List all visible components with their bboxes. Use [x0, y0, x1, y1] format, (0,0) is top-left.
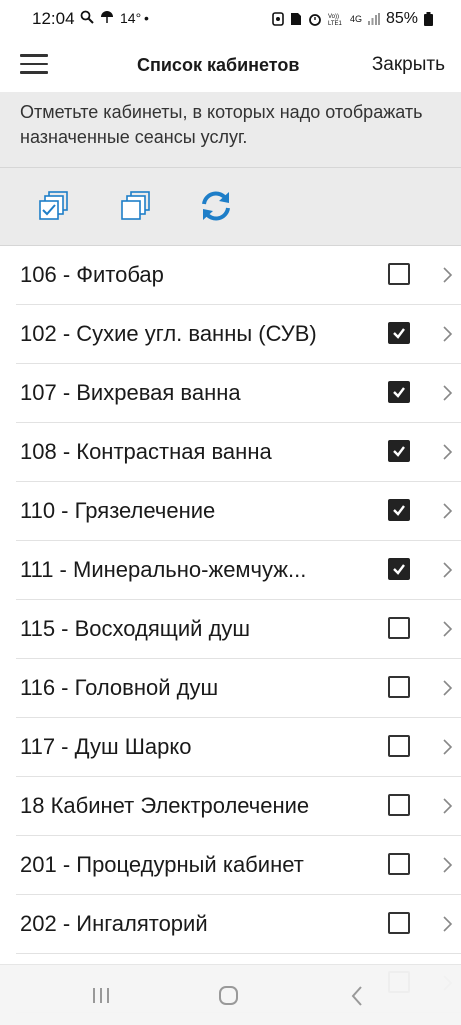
- chevron-right-icon[interactable]: [440, 502, 454, 520]
- refresh-icon[interactable]: [198, 188, 234, 224]
- room-label: 18 Кабинет Электролечение: [20, 793, 310, 818]
- svg-text:LTE1: LTE1: [328, 21, 343, 26]
- room-checkbox[interactable]: [388, 676, 410, 698]
- status-left-icons: 14°: [80, 10, 141, 26]
- status-dot: •: [144, 10, 149, 26]
- room-checkbox[interactable]: [388, 853, 410, 875]
- list-item[interactable]: 117 - Душ Шарко: [16, 718, 461, 777]
- room-label: 115 - Восходящий душ: [20, 616, 251, 641]
- navigation-bar: [0, 964, 461, 1025]
- room-checkbox[interactable]: [388, 617, 410, 639]
- room-label: 111 - Минерально-жемчуж...: [20, 557, 307, 582]
- chevron-right-icon[interactable]: [440, 443, 454, 461]
- list-item[interactable]: 102 - Сухие угл. ванны (СУВ): [16, 305, 461, 364]
- list-item[interactable]: 116 - Головной душ: [16, 659, 461, 718]
- chevron-right-icon[interactable]: [440, 915, 454, 933]
- room-checkbox[interactable]: [388, 322, 410, 344]
- app-bar: Список кабинетов Закрыть: [0, 38, 461, 93]
- room-label: 201 - Процедурный кабинет: [20, 852, 304, 877]
- room-checkbox[interactable]: [388, 912, 410, 934]
- room-checkbox[interactable]: [388, 381, 410, 403]
- room-label: 108 - Контрастная ванна: [20, 439, 272, 464]
- umbrella-icon: [101, 11, 113, 23]
- sim-icon: [290, 13, 301, 25]
- chevron-right-icon[interactable]: [440, 325, 454, 343]
- room-list: 106 - Фитобар 102 - Сухие угл. ванны (СУВ…: [0, 246, 461, 1013]
- select-all-icon[interactable]: [36, 188, 72, 224]
- check-icon: [393, 446, 405, 457]
- deselect-all-icon[interactable]: [118, 188, 154, 224]
- nfc-icon: [272, 12, 284, 26]
- check-icon: [393, 387, 405, 398]
- room-checkbox[interactable]: [388, 794, 410, 816]
- chevron-right-icon[interactable]: [440, 266, 454, 284]
- room-label: 107 - Вихревая ванна: [20, 380, 241, 405]
- menu-icon[interactable]: [20, 54, 48, 74]
- room-label: 116 - Головной душ: [20, 675, 219, 700]
- instructions-text: Отметьте кабинеты, в которых надо отобра…: [0, 92, 461, 167]
- search-icon: [80, 10, 94, 24]
- check-icon: [393, 328, 405, 339]
- list-item[interactable]: 106 - Фитобар: [16, 246, 461, 305]
- list-item[interactable]: 108 - Контрастная ванна: [16, 423, 461, 482]
- list-item[interactable]: 107 - Вихревая ванна: [16, 364, 461, 423]
- check-icon: [393, 505, 405, 516]
- network-label: 4G: [349, 14, 362, 24]
- chevron-right-icon[interactable]: [440, 561, 454, 579]
- back-icon[interactable]: [343, 983, 373, 1009]
- room-label: 202 - Ингаляторий: [20, 911, 208, 936]
- list-item[interactable]: 18 Кабинет Электролечение: [16, 777, 461, 836]
- status-time: 12:04: [32, 9, 75, 28]
- toolbar: [0, 167, 461, 246]
- signal-icon: [367, 13, 380, 25]
- volte-icon: Vo))LTE1: [328, 14, 343, 26]
- svg-text:Vo)): Vo)): [328, 14, 339, 20]
- status-right-icons: Vo)) LTE1 4G 85%: [272, 10, 433, 28]
- room-checkbox[interactable]: [388, 499, 410, 521]
- room-checkbox[interactable]: [388, 263, 410, 285]
- home-icon[interactable]: [214, 983, 244, 1009]
- chevron-right-icon[interactable]: [440, 738, 454, 756]
- battery-icon: [424, 12, 433, 26]
- alarm-icon: [309, 14, 321, 26]
- battery-level: 85%: [385, 10, 418, 27]
- check-icon: [393, 564, 405, 575]
- room-label: 106 - Фитобар: [20, 262, 164, 287]
- list-item[interactable]: 110 - Грязелечение: [16, 482, 461, 541]
- list-item[interactable]: 202 - Ингаляторий: [16, 895, 461, 954]
- room-label: 117 - Душ Шарко: [20, 734, 192, 759]
- chevron-right-icon[interactable]: [440, 679, 454, 697]
- page-title: Список кабинетов: [137, 55, 300, 75]
- room-checkbox[interactable]: [388, 735, 410, 757]
- close-button[interactable]: Закрыть: [372, 54, 445, 76]
- room-checkbox[interactable]: [388, 440, 410, 462]
- chevron-right-icon[interactable]: [440, 856, 454, 874]
- chevron-right-icon[interactable]: [440, 620, 454, 638]
- room-label: 110 - Грязелечение: [20, 498, 216, 523]
- list-item[interactable]: 111 - Минерально-жемчуж...: [16, 541, 461, 600]
- chevron-right-icon[interactable]: [440, 384, 454, 402]
- list-item[interactable]: 201 - Процедурный кабинет: [16, 836, 461, 895]
- room-checkbox[interactable]: [388, 558, 410, 580]
- status-bar: 12:04 14° • Vo)) LTE1 4G 85%: [0, 0, 461, 38]
- room-label: 102 - Сухие угл. ванны (СУВ): [20, 321, 317, 346]
- status-temperature: 14°: [120, 10, 142, 26]
- recents-icon[interactable]: [86, 983, 116, 1009]
- chevron-right-icon[interactable]: [440, 797, 454, 815]
- list-item[interactable]: 115 - Восходящий душ: [16, 600, 461, 659]
